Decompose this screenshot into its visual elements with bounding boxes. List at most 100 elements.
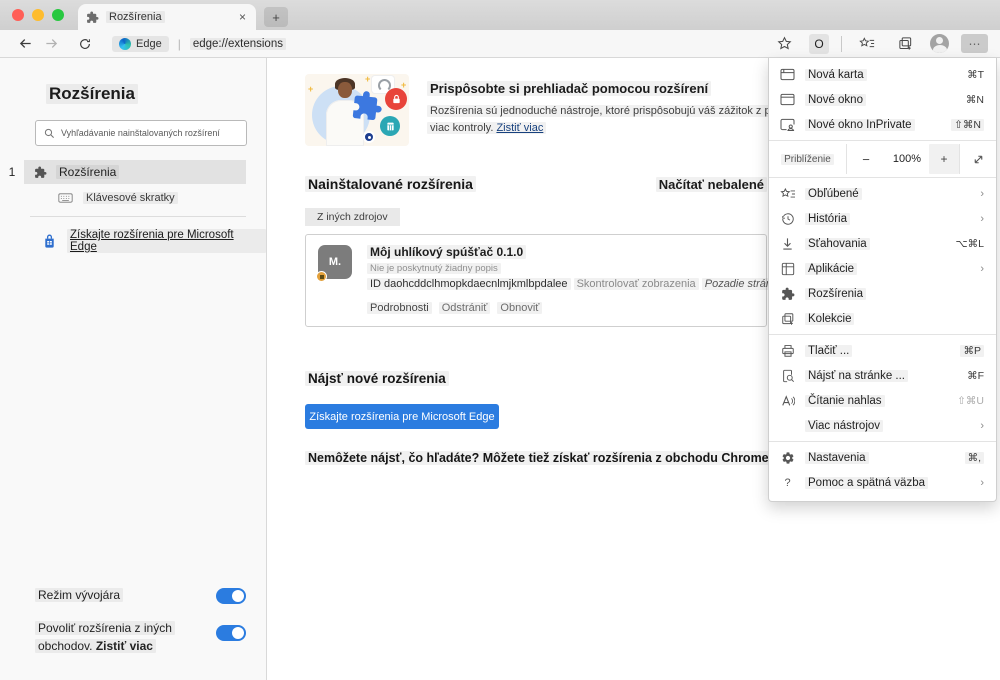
allow-other-stores-learn-more-link[interactable]: Zistiť viac <box>96 639 153 653</box>
extensions-sidebar: Rozšírenia 1 Rozšírenia Kl <box>0 58 267 680</box>
downloads-icon <box>779 237 796 251</box>
keyboard-icon <box>58 192 73 204</box>
extension-no-description: Nie je poskytnutý žiadny popis <box>367 263 501 274</box>
zoom-in-button[interactable]: + <box>929 144 959 174</box>
menu-item-favorites[interactable]: Obľúbené › <box>769 181 996 206</box>
get-extensions-link[interactable]: Získajte rozšírenia pre Microsoft Edge <box>67 229 266 253</box>
get-extensions-link-row[interactable]: Získajte rozšírenia pre Microsoft Edge <box>42 229 266 253</box>
new-tab-button[interactable]: + <box>264 7 288 27</box>
sidebar-item-keyboard-shortcuts[interactable]: Klávesové skratky <box>58 192 266 204</box>
sidebar-divider <box>30 216 246 217</box>
menu-item-read-aloud[interactable]: Čítanie nahlas ⇧⌘U <box>769 388 996 413</box>
close-tab-icon[interactable]: × <box>237 10 248 24</box>
extension-inspect-label: Skontrolovať zobrazenia <box>573 278 699 290</box>
favorites-icon <box>779 187 796 201</box>
collections-menu-icon <box>779 312 796 326</box>
menu-item-new-window[interactable]: Nové okno ⌘N <box>769 87 996 112</box>
minimize-window-button[interactable] <box>32 9 44 21</box>
menu-item-apps[interactable]: Aplikácie › <box>769 256 996 281</box>
menu-item-print[interactable]: Tlačiť ... ⌘P <box>769 338 996 363</box>
allow-other-stores-toggle[interactable] <box>216 624 246 641</box>
sidebar-item-extensions-label: Rozšírenia <box>56 165 120 179</box>
inprivate-icon <box>779 118 796 131</box>
dev-mode-toggle[interactable] <box>216 587 246 604</box>
zoom-level-value: 100% <box>892 153 922 165</box>
menu-item-help-feedback[interactable]: ? Pomoc a spätná väzba › <box>769 470 996 495</box>
extension-details-link[interactable]: Podrobnosti <box>367 302 432 314</box>
hero-description-line2: viac kontroly. <box>430 122 494 134</box>
tab-title: Rozšírenia <box>106 11 165 23</box>
browser-toolbar: Edge | edge://extensions O ⋯ <box>0 30 1000 58</box>
source-badge: Z iných zdrojov <box>305 208 400 226</box>
menu-zoom-row: Priblíženie − 100% + <box>769 144 996 174</box>
extension-remove-link[interactable]: Odstrániť <box>438 302 491 314</box>
hero-target-icon <box>363 131 375 143</box>
zoom-out-button[interactable]: − <box>847 144 885 174</box>
read-aloud-icon <box>779 394 796 408</box>
hero-grid-icon <box>380 116 400 136</box>
window-controls <box>0 0 78 30</box>
collections-icon[interactable] <box>892 36 918 51</box>
hero-learn-more-link[interactable]: Zistiť viac <box>496 122 543 134</box>
new-tab-icon <box>779 68 796 81</box>
chrome-store-text: Nemôžete nájsť, čo hľadáte? Môžete tiež … <box>305 451 830 465</box>
menu-divider <box>769 177 996 178</box>
settings-menu-button[interactable]: ⋯ <box>961 34 988 53</box>
extension-warning-badge-icon <box>316 271 327 282</box>
edge-logo-icon <box>119 37 131 50</box>
menu-item-settings[interactable]: Nastavenia ⌘, <box>769 445 996 470</box>
search-box[interactable] <box>35 120 247 146</box>
menu-item-more-tools[interactable]: Viac nástrojov › <box>769 413 996 438</box>
back-icon[interactable] <box>12 36 38 51</box>
settings-gear-icon <box>779 451 796 465</box>
pinned-extension-button[interactable]: O <box>809 33 829 54</box>
menu-item-extensions[interactable]: Rozšírenia <box>769 281 996 306</box>
toolbar-divider <box>841 35 842 52</box>
edge-site-badge: Edge <box>112 35 169 52</box>
address-bar[interactable]: Edge | edge://extensions <box>112 35 286 52</box>
hero-description-line1: Rozšírenia sú jednoduché nástroje, ktoré… <box>427 105 825 117</box>
menu-item-new-tab[interactable]: Nová karta ⌘T <box>769 62 996 87</box>
load-unpacked-button[interactable]: Načítať nebalené <box>655 176 767 192</box>
menu-divider <box>769 334 996 335</box>
get-extensions-button[interactable]: Získajte rozšírenia pre Microsoft Edge <box>305 404 499 429</box>
menu-item-downloads[interactable]: Sťahovania ⌥⌘L <box>769 231 996 256</box>
menu-item-collections[interactable]: Kolekcie <box>769 306 996 331</box>
sidebar-item-keyboard-shortcuts-label: Klávesové skratky <box>83 192 178 204</box>
puzzle-icon <box>34 166 47 179</box>
extensions-hero-illustration: + + + <box>305 74 409 146</box>
menu-item-find-on-page[interactable]: Nájsť na stránke ... ⌘F <box>769 363 996 388</box>
maximize-window-button[interactable] <box>52 9 64 21</box>
zoom-label: Priblíženie <box>781 153 834 165</box>
favorite-star-icon[interactable] <box>771 36 797 51</box>
dev-mode-label: Režim vývojára <box>35 588 124 603</box>
extension-card: M. Môj uhlíkový spúšťač 0.1.0 Nie je pos… <box>305 234 786 327</box>
browser-tab[interactable]: Rozšírenia × <box>78 4 256 30</box>
extension-name: Môj uhlíkový spúšťač 0.1.0 <box>367 245 527 259</box>
extension-reload-link[interactable]: Obnoviť <box>497 302 543 314</box>
forward-icon[interactable] <box>38 36 64 51</box>
sidebar-item-extensions[interactable]: Rozšírenia <box>24 160 246 184</box>
allow-other-stores-label: Povoliť rozšírenia z iných obchodov. Zis… <box>35 619 216 656</box>
nav-access-marker: 1 <box>8 165 16 179</box>
favorites-bar-icon[interactable] <box>854 36 880 51</box>
reload-icon[interactable] <box>72 37 98 51</box>
edge-badge-label: Edge <box>136 37 162 50</box>
menu-item-history[interactable]: História › <box>769 206 996 231</box>
close-window-button[interactable] <box>12 9 24 21</box>
url-separator: | <box>177 36 181 51</box>
print-icon <box>779 344 796 358</box>
sidebar-title: Rozšírenia <box>46 84 138 104</box>
menu-divider <box>769 140 996 141</box>
store-bag-icon <box>42 233 57 249</box>
profile-avatar[interactable] <box>930 34 949 53</box>
fullscreen-icon[interactable] <box>960 144 996 174</box>
menu-item-new-inprivate-window[interactable]: Nové okno InPrivate ⇧⌘N <box>769 112 996 137</box>
extension-id: ID daohcddclhmopkdaecnlmjkmlbpdalee <box>367 278 571 290</box>
url-text[interactable]: edge://extensions <box>189 37 286 50</box>
tab-strip: Rozšírenia × + <box>0 0 1000 30</box>
search-input[interactable] <box>61 128 238 138</box>
menu-divider <box>769 441 996 442</box>
search-icon <box>44 128 55 139</box>
hero-title: Prispôsobte si prehliadač pomocou rozšír… <box>427 81 712 96</box>
